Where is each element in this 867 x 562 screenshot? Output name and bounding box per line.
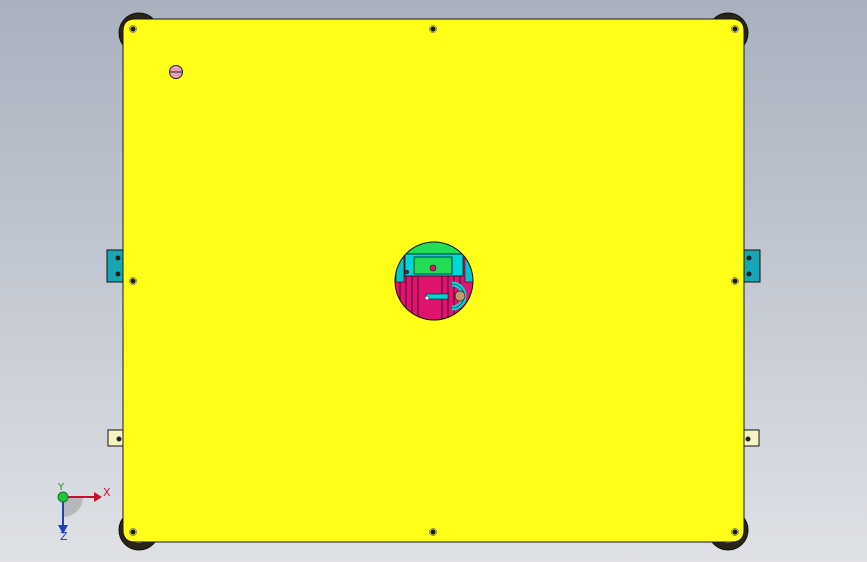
triad-z-label: Z [60,530,68,543]
model-view[interactable] [0,0,867,562]
screw-mid-right [732,278,738,284]
screw-top-left [130,26,136,32]
screw-top-right [732,26,738,32]
side-block-left-cyan [106,249,126,283]
coordinate-triad [57,491,102,534]
triad-y-axis-dot [57,491,69,503]
triad-x-label: X [103,486,111,499]
triad-x-arrow [94,492,102,502]
triad-y-label: Y [58,482,65,493]
slotted-knob [169,65,183,79]
side-bracket-right [741,429,760,447]
screw-bottom-right [732,529,738,535]
screw-mid-left [130,278,136,284]
side-block-right-cyan [741,249,761,283]
screw-top-center [430,26,436,32]
screw-bottom-left [130,529,136,535]
side-bracket-left [107,429,126,447]
screw-bottom-center [430,529,436,535]
cad-viewport[interactable]: X Y Z [0,0,867,562]
